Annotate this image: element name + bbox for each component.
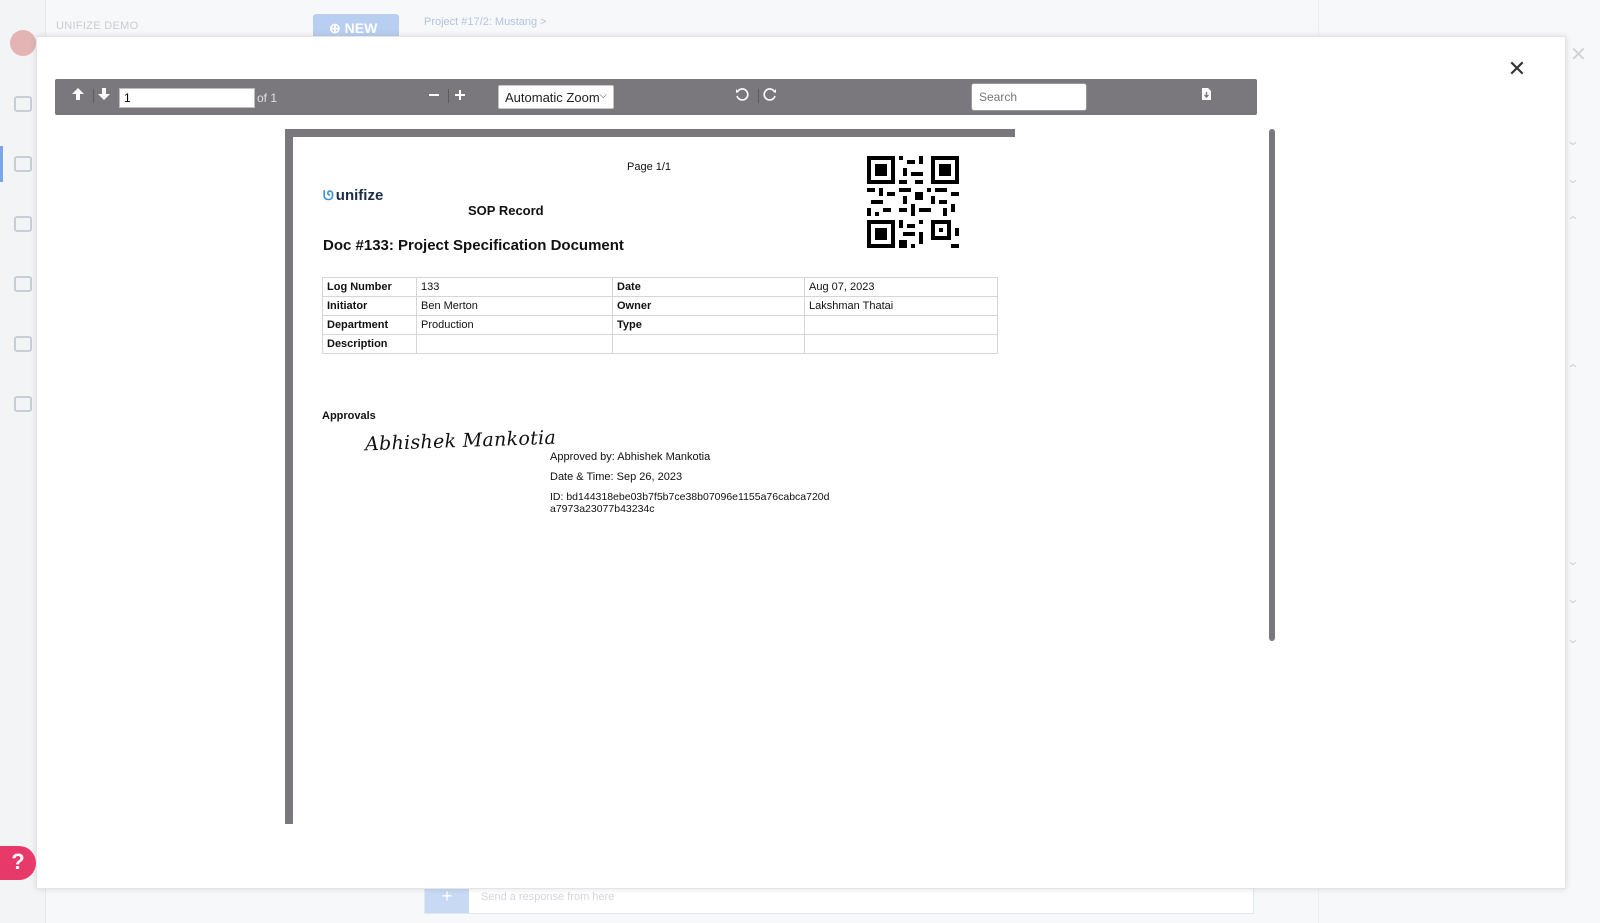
table-row: Initiator Ben Merton Owner Lakshman That… — [322, 296, 998, 316]
bg-active-indicator — [0, 146, 3, 182]
home-icon — [14, 96, 32, 112]
logo-text: unifize — [335, 187, 384, 204]
log-number-value: 133 — [416, 277, 613, 297]
avatar — [10, 30, 36, 56]
type-value — [804, 315, 998, 335]
initiator-value: Ben Merton — [416, 296, 613, 316]
toolbar-separator — [448, 89, 449, 103]
pdf-viewer-area[interactable]: Page 1/1 ᘎ unifize SOP Record Doc #133: P… — [55, 129, 1275, 879]
table-row: Log Number 133 Date Aug 07, 2023 — [322, 277, 998, 297]
download-icon[interactable] — [1197, 87, 1215, 105]
record-type-heading: SOP Record — [468, 203, 544, 218]
table-row: Department Production Type — [322, 315, 998, 335]
viewer-scrollbar[interactable] — [1269, 129, 1275, 641]
approval-date-time: Date & Time: Sep 26, 2023 — [550, 471, 683, 483]
rotate-cw-icon[interactable] — [761, 87, 779, 105]
chevron-up-icon: ⌃ — [1565, 362, 1581, 376]
pdf-preview-modal: ✕ of 1 Automatic Zoom ⌵ — [36, 36, 1566, 889]
chevron-up-icon: ⌃ — [1565, 214, 1581, 228]
type-label: Type — [612, 315, 805, 335]
document-title: Doc #133: Project Specification Document — [323, 237, 624, 254]
approved-by: Approved by: Abhishek Mankotia — [550, 451, 711, 463]
bg-compose-placeholder: Send a response from here — [481, 891, 615, 903]
toolbar-separator — [93, 89, 94, 103]
contacts-icon — [14, 336, 32, 352]
approval-id: ID: bd144318ebe03b7f5b7ce38b07096e1155a7… — [550, 491, 830, 515]
pdf-page: Page 1/1 ᘎ unifize SOP Record Doc #133: P… — [285, 129, 1015, 824]
chevron-down-icon: ⌄ — [1565, 592, 1581, 606]
approvals-heading: Approvals — [322, 410, 376, 422]
owner-label: Owner — [612, 296, 805, 316]
empty-cell — [804, 334, 998, 354]
dashboard-icon — [14, 276, 32, 292]
chevron-down-icon: ⌄ — [1565, 172, 1581, 186]
qr-code-icon — [867, 156, 959, 248]
chevron-down-icon: ⌄ — [1565, 134, 1581, 148]
rotate-ccw-icon[interactable] — [733, 87, 751, 105]
chat-icon — [14, 156, 32, 172]
search-input[interactable] — [971, 83, 1087, 111]
page-number-input[interactable] — [119, 88, 255, 108]
unifize-logo-icon: ᘎ — [323, 188, 334, 203]
page-label: Page 1/1 — [627, 161, 672, 173]
page-down-icon[interactable] — [95, 87, 113, 105]
date-label: Date — [612, 277, 805, 297]
table-row: Description — [322, 334, 998, 354]
unifize-logo: ᘎ unifize — [323, 187, 383, 204]
page-count-label: of 1 — [257, 91, 278, 105]
pdf-toolbar: of 1 Automatic Zoom ⌵ — [55, 79, 1257, 115]
empty-cell — [612, 334, 805, 354]
owner-value: Lakshman Thatai — [804, 296, 998, 316]
manage-icon — [14, 396, 32, 412]
signature: Abhishek Mankotia — [364, 426, 557, 456]
zoom-in-icon[interactable] — [451, 87, 469, 105]
bg-org-name: UNIFIZE DEMO — [56, 20, 139, 32]
chevron-down-icon: ⌄ — [1565, 632, 1581, 646]
description-label: Description — [322, 334, 417, 354]
description-value — [416, 334, 613, 354]
department-label: Department — [322, 315, 417, 335]
bg-close-icon: ✕ — [1570, 44, 1587, 66]
zoom-select-value: Automatic Zoom — [505, 90, 600, 105]
toolbar-separator — [758, 89, 759, 103]
zoom-out-icon[interactable] — [425, 87, 443, 105]
zoom-select[interactable]: Automatic Zoom ⌵ — [498, 85, 614, 109]
log-number-label: Log Number — [322, 277, 417, 297]
chevron-down-icon: ⌵ — [599, 90, 607, 101]
chevron-down-icon: ⌄ — [1565, 554, 1581, 568]
close-icon[interactable]: ✕ — [1505, 57, 1529, 81]
messages-icon — [14, 216, 32, 232]
page-up-icon[interactable] — [69, 87, 87, 105]
date-value: Aug 07, 2023 — [804, 277, 998, 297]
help-button[interactable]: ? — [0, 846, 36, 880]
document-info-table: Log Number 133 Date Aug 07, 2023 Initiat… — [322, 277, 998, 354]
department-value: Production — [416, 315, 613, 335]
bg-breadcrumb: Project #17/2: Mustang > — [424, 16, 547, 28]
initiator-label: Initiator — [322, 296, 417, 316]
